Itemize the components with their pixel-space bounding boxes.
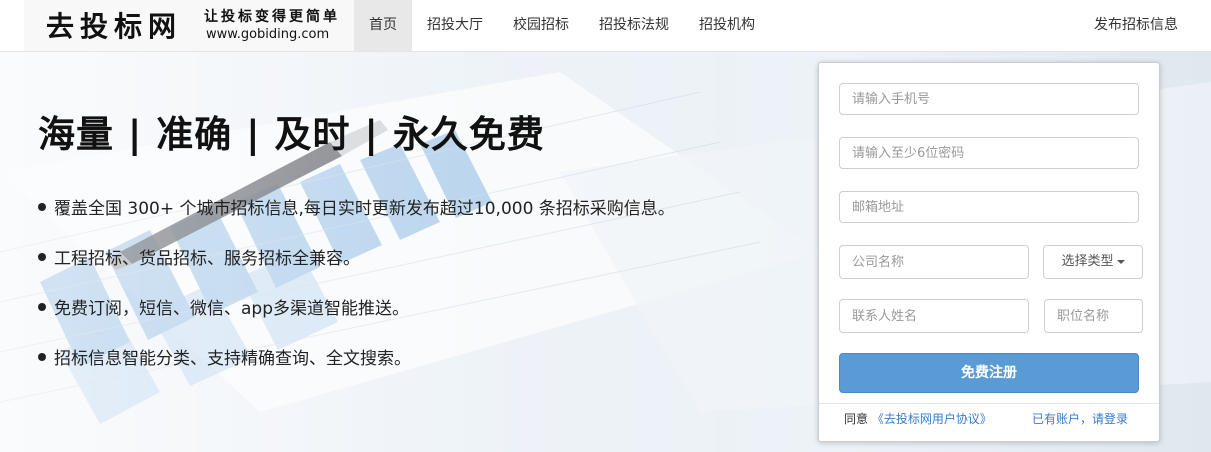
email-input[interactable] <box>839 191 1139 223</box>
logo-slogan: 让投标变得更简单 <box>204 9 340 25</box>
bullet-icon <box>38 253 46 261</box>
bullet-icon <box>38 203 46 211</box>
nav-bidding-agencies[interactable]: 招投机构 <box>684 0 770 51</box>
nav-home[interactable]: 首页 <box>354 0 412 51</box>
hero-headline: 海量 | 准确 | 及时 | 永久免费 <box>38 113 545 156</box>
password-input[interactable] <box>839 137 1139 169</box>
company-input[interactable] <box>839 245 1029 279</box>
feature-item: 免费订阅，短信、微信、app多渠道智能推送。 <box>38 298 675 348</box>
contact-name-input[interactable] <box>839 299 1029 333</box>
phone-input[interactable] <box>839 83 1139 115</box>
login-link[interactable]: 已有账户，请登录 <box>1032 410 1128 427</box>
agree-prefix: 同意 <box>844 412 869 426</box>
register-button[interactable]: 免费注册 <box>839 353 1139 393</box>
bullet-icon <box>38 303 46 311</box>
divider <box>819 403 1159 404</box>
feature-text: 招标信息智能分类、支持精确查询、全文搜索。 <box>54 349 411 369</box>
main-nav: 首页 招投大厅 校园招标 招投标法规 招投机构 <box>354 0 770 51</box>
register-panel: 选择类型 免费注册 同意 《去投标网用户协议》 已有账户，请登录 <box>818 62 1160 442</box>
caret-down-icon <box>1116 259 1125 264</box>
feature-item: 工程招标、货品招标、服务招标全兼容。 <box>38 248 675 298</box>
logo-title: 去投标网 <box>46 10 183 43</box>
user-agreement-link[interactable]: 《去投标网用户协议》 <box>872 412 992 426</box>
logo-url: www.gobiding.com <box>206 27 330 42</box>
nav-campus-bidding[interactable]: 校园招标 <box>498 0 584 51</box>
job-title-input[interactable] <box>1044 299 1143 333</box>
feature-list: 覆盖全国 300+ 个城市招标信息,每日实时更新发布超过10,000 条招标采购… <box>38 198 675 398</box>
feature-text: 免费订阅，短信、微信、app多渠道智能推送。 <box>54 299 409 319</box>
feature-text: 工程招标、货品招标、服务招标全兼容。 <box>54 249 360 269</box>
type-select[interactable]: 选择类型 <box>1043 245 1143 279</box>
feature-item: 覆盖全国 300+ 个城市招标信息,每日实时更新发布超过10,000 条招标采购… <box>38 198 675 248</box>
top-header: 去投标网 让投标变得更简单 www.gobiding.com 首页 招投大厅 校… <box>0 0 1211 52</box>
site-logo[interactable]: 去投标网 让投标变得更简单 www.gobiding.com <box>24 0 354 51</box>
nav-bidding-regulations[interactable]: 招投标法规 <box>584 0 684 51</box>
feature-text: 覆盖全国 300+ 个城市招标信息,每日实时更新发布超过10,000 条招标采购… <box>54 199 675 219</box>
nav-bidding-hall[interactable]: 招投大厅 <box>412 0 498 51</box>
agreement-text: 同意 《去投标网用户协议》 <box>844 410 992 427</box>
bullet-icon <box>38 353 46 361</box>
publish-bid-link[interactable]: 发布招标信息 <box>1094 0 1178 51</box>
feature-item: 招标信息智能分类、支持精确查询、全文搜索。 <box>38 348 675 398</box>
type-select-label: 选择类型 <box>1061 254 1114 269</box>
